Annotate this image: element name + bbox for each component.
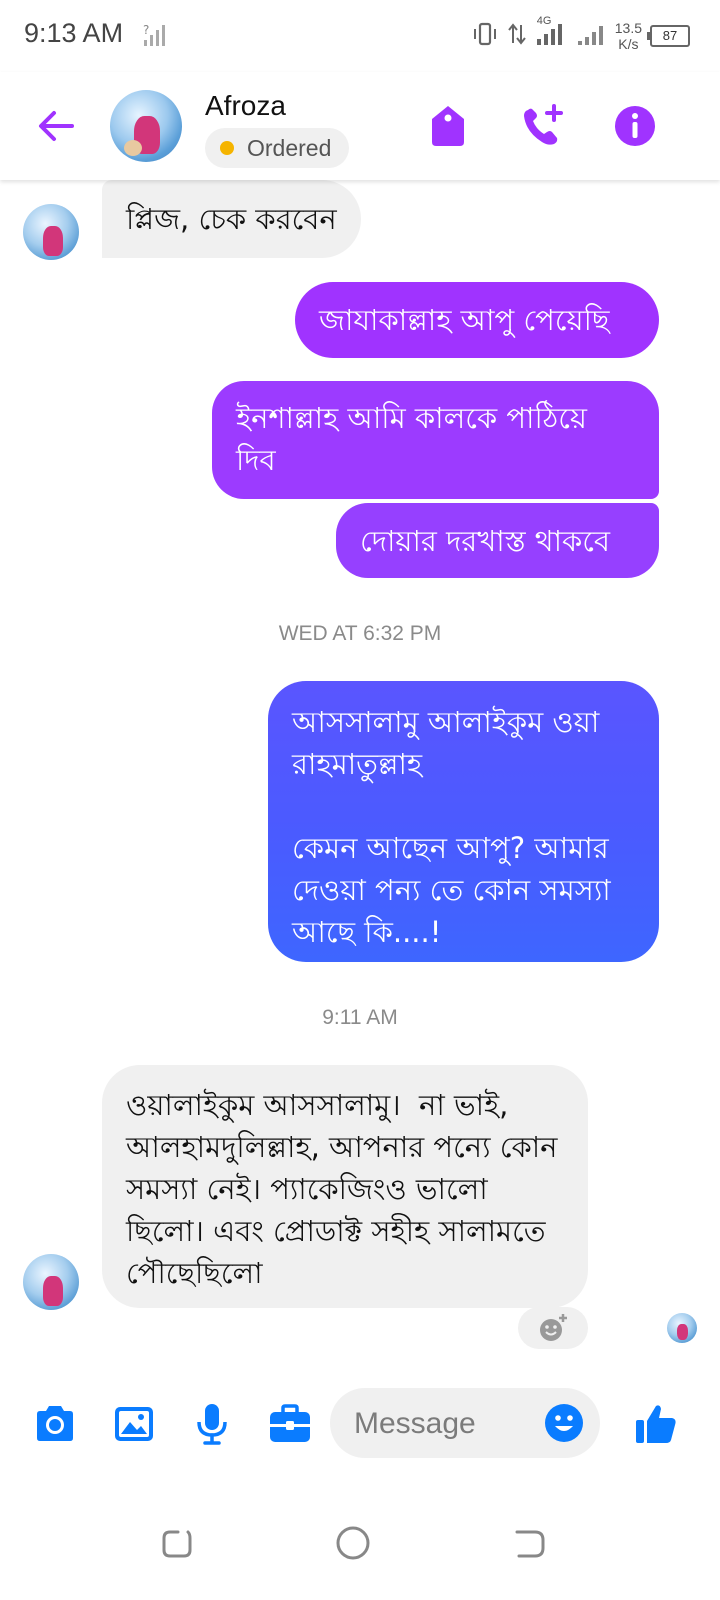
emoji-button[interactable] bbox=[544, 1403, 584, 1443]
message-composer bbox=[0, 1380, 720, 1470]
home-button[interactable] bbox=[328, 1518, 378, 1568]
camera-icon bbox=[37, 1406, 73, 1441]
order-status-text: Ordered bbox=[247, 135, 332, 161]
contact-name[interactable]: Afroza bbox=[205, 90, 286, 122]
net-speed-unit: K/s bbox=[618, 36, 639, 52]
message-incoming[interactable]: প্লিজ, চেক করবেন bbox=[102, 180, 361, 258]
add-call-button[interactable] bbox=[518, 102, 566, 150]
camera-button[interactable] bbox=[31, 1400, 79, 1448]
message-list[interactable]: প্লিজ, চেক করবেন জাযাকাল্লাহ আপু পেয়েছি… bbox=[0, 180, 720, 1380]
sender-avatar[interactable] bbox=[23, 1254, 79, 1310]
add-reaction-button[interactable] bbox=[518, 1307, 588, 1349]
signal-icon bbox=[577, 21, 607, 51]
network-type-label: 4G bbox=[536, 15, 552, 27]
net-speed-value: 13.5 bbox=[614, 20, 642, 36]
thumbs-up-icon bbox=[636, 1405, 676, 1443]
nav-back-button[interactable] bbox=[505, 1518, 555, 1568]
status-bar: 9:13 AM ? 4G 13.5 K/s 87 bbox=[0, 0, 720, 72]
sender-avatar[interactable] bbox=[23, 204, 79, 260]
message-outgoing[interactable]: আসসালামু আলাইকুম ওয়া রাহমাতুল্লাহ কেমন … bbox=[268, 681, 659, 962]
smiley-plus-icon bbox=[540, 1314, 567, 1341]
back-button[interactable] bbox=[32, 102, 80, 150]
no-signal-icon: ? bbox=[142, 22, 168, 52]
message-outgoing[interactable]: দোয়ার দরখাস্ত থাকবে bbox=[336, 503, 659, 578]
home-circle-icon bbox=[336, 1526, 370, 1560]
message-input[interactable] bbox=[352, 1400, 536, 1448]
data-transfer-icon bbox=[507, 21, 527, 51]
status-time: 9:13 AM bbox=[24, 18, 124, 48]
message-incoming[interactable]: ওয়ালাইকুম আসসালামু। না ভাই, আলহামদুলিল্… bbox=[102, 1065, 588, 1308]
system-nav-bar bbox=[0, 1490, 720, 1600]
message-input-container bbox=[330, 1388, 600, 1458]
status-dot-icon bbox=[220, 141, 234, 155]
info-icon bbox=[615, 106, 655, 146]
voice-message-button[interactable] bbox=[188, 1400, 236, 1448]
emoji-icon bbox=[545, 1404, 583, 1442]
svg-text:?: ? bbox=[143, 23, 149, 37]
phone-plus-icon bbox=[524, 104, 563, 145]
signal-4g-icon: 4G bbox=[535, 15, 569, 51]
vibrate-icon bbox=[471, 21, 499, 51]
network-speed: 13.5 K/s bbox=[615, 20, 642, 52]
back-gesture-icon bbox=[515, 1530, 545, 1558]
battery-level: 87 bbox=[662, 28, 678, 43]
message-outgoing[interactable]: ইনশাল্লাহ আমি কালকে পাঠিয়ে দিব bbox=[212, 381, 659, 499]
conversation-info-button[interactable] bbox=[611, 102, 659, 150]
briefcase-icon bbox=[270, 1404, 310, 1442]
battery-icon: 87 bbox=[647, 25, 690, 47]
tag-icon bbox=[432, 106, 464, 146]
conversation-header: Afroza Ordered bbox=[0, 72, 720, 180]
message-outgoing[interactable]: জাযাকাল্লাহ আপু পেয়েছি bbox=[295, 282, 659, 358]
contact-avatar[interactable] bbox=[110, 90, 182, 162]
recent-apps-button[interactable] bbox=[152, 1518, 202, 1568]
like-button[interactable] bbox=[632, 1400, 680, 1448]
label-tag-button[interactable] bbox=[424, 102, 472, 150]
recent-apps-icon bbox=[162, 1530, 192, 1558]
gallery-button[interactable] bbox=[110, 1400, 158, 1448]
timestamp: 9:11 AM bbox=[322, 1006, 398, 1029]
business-tools-button[interactable] bbox=[266, 1400, 314, 1448]
order-status-label[interactable]: Ordered bbox=[205, 128, 350, 168]
gallery-icon bbox=[115, 1407, 153, 1441]
timestamp: WED AT 6:32 PM bbox=[278, 622, 442, 645]
seen-receipt-avatar bbox=[667, 1313, 697, 1343]
microphone-icon bbox=[197, 1404, 227, 1445]
arrow-left-icon bbox=[39, 111, 74, 141]
